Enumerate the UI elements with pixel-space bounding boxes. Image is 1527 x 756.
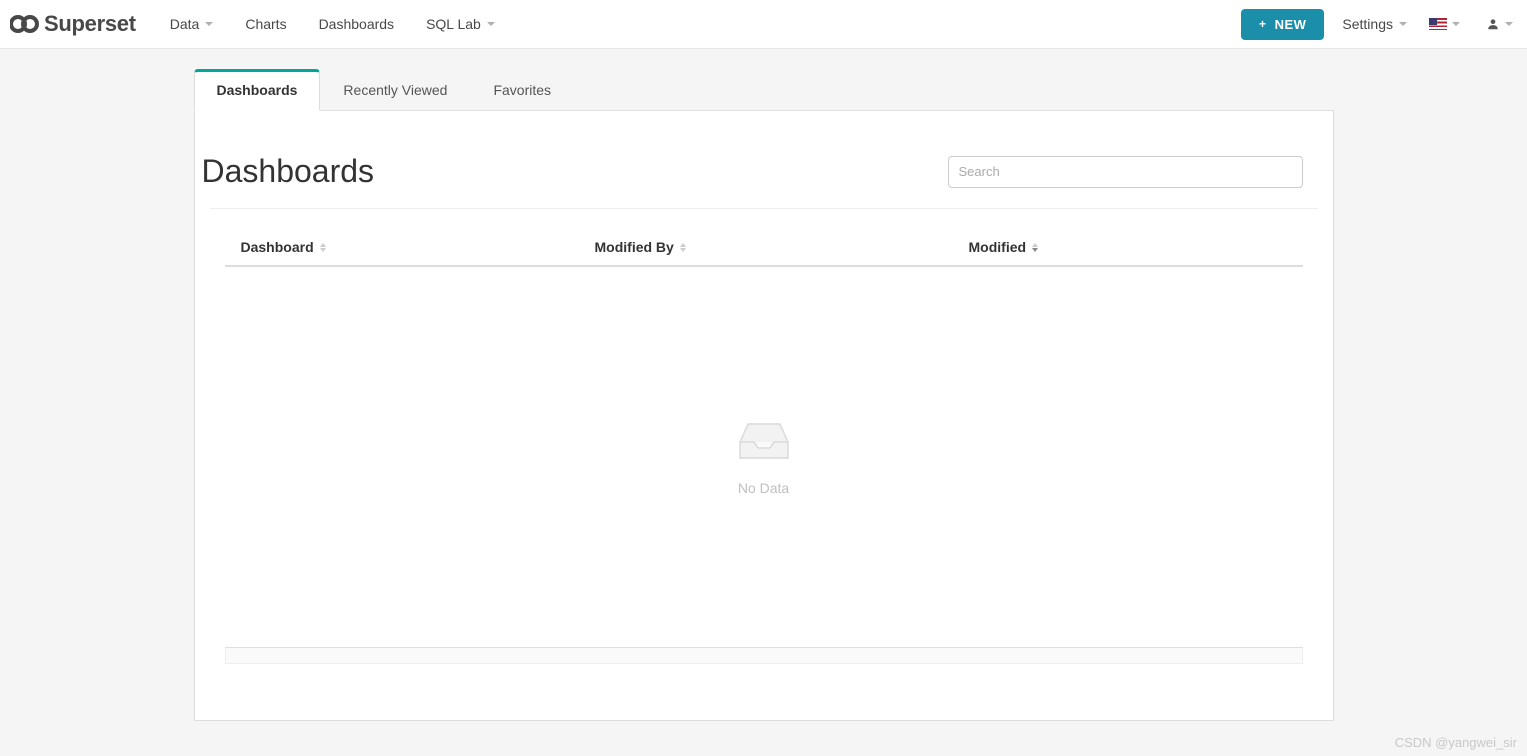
nav-sqllab-label: SQL Lab [426, 16, 481, 32]
user-menu[interactable] [1482, 17, 1517, 31]
column-header-modified[interactable]: Modified [969, 239, 1303, 255]
inbox-icon [736, 418, 792, 462]
sort-desc-icon [1032, 243, 1038, 252]
chevron-down-icon [1452, 22, 1460, 26]
nav-right: + NEW Settings [1241, 9, 1517, 40]
tab-dashboards-label: Dashboards [217, 82, 298, 98]
nav-dashboards-label: Dashboards [319, 16, 395, 32]
chevron-down-icon [1505, 22, 1513, 26]
nav-data[interactable]: Data [154, 16, 230, 32]
language-menu[interactable] [1425, 18, 1464, 30]
column-modified-label: Modified [969, 239, 1027, 255]
content-panel: Dashboards Dashboard Modified By Modifie… [194, 111, 1334, 721]
plus-icon: + [1259, 17, 1267, 31]
nav-data-label: Data [170, 16, 200, 32]
tab-recently-viewed[interactable]: Recently Viewed [320, 69, 470, 111]
column-dashboard-label: Dashboard [241, 239, 314, 255]
search-input[interactable] [948, 156, 1303, 188]
chevron-down-icon [487, 22, 495, 26]
settings-label: Settings [1342, 16, 1393, 32]
settings-menu[interactable]: Settings [1342, 16, 1407, 32]
superset-logo-icon [10, 14, 40, 34]
new-button-label: NEW [1275, 17, 1307, 32]
empty-state: No Data [225, 267, 1303, 647]
tab-favorites[interactable]: Favorites [470, 69, 574, 111]
nav-dashboards[interactable]: Dashboards [303, 16, 411, 32]
column-header-dashboard[interactable]: Dashboard [225, 239, 595, 255]
chevron-down-icon [1399, 22, 1407, 26]
nav-sqllab[interactable]: SQL Lab [410, 16, 511, 32]
tab-favorites-label: Favorites [493, 82, 551, 98]
watermark: CSDN @yangwei_sir [1395, 735, 1517, 750]
sort-icon [680, 243, 686, 252]
us-flag-icon [1429, 18, 1447, 30]
table-footer [225, 648, 1303, 664]
user-icon [1486, 17, 1500, 31]
tab-dashboards[interactable]: Dashboards [194, 69, 321, 111]
column-modified-by-label: Modified By [595, 239, 674, 255]
new-button[interactable]: + NEW [1241, 9, 1324, 40]
nav-charts-label: Charts [245, 16, 286, 32]
brand-name: Superset [44, 11, 136, 37]
content-tabs: Dashboards Recently Viewed Favorites [194, 68, 1334, 111]
chevron-down-icon [205, 22, 213, 26]
page-title: Dashboards [202, 153, 948, 190]
main-container: Dashboards Recently Viewed Favorites Das… [194, 68, 1334, 721]
brand-logo[interactable]: Superset [10, 11, 136, 37]
nav-charts[interactable]: Charts [229, 16, 302, 32]
dashboards-table: Dashboard Modified By Modified No Data [225, 229, 1303, 648]
top-navbar: Superset Data Charts Dashboards SQL Lab … [0, 0, 1527, 49]
empty-text: No Data [738, 480, 789, 496]
sort-icon [320, 243, 326, 252]
page-header: Dashboards [210, 135, 1318, 209]
column-header-modified-by[interactable]: Modified By [595, 239, 969, 255]
tab-recently-label: Recently Viewed [343, 82, 447, 98]
nav-left: Data Charts Dashboards SQL Lab [154, 16, 511, 32]
table-header-row: Dashboard Modified By Modified [225, 229, 1303, 267]
